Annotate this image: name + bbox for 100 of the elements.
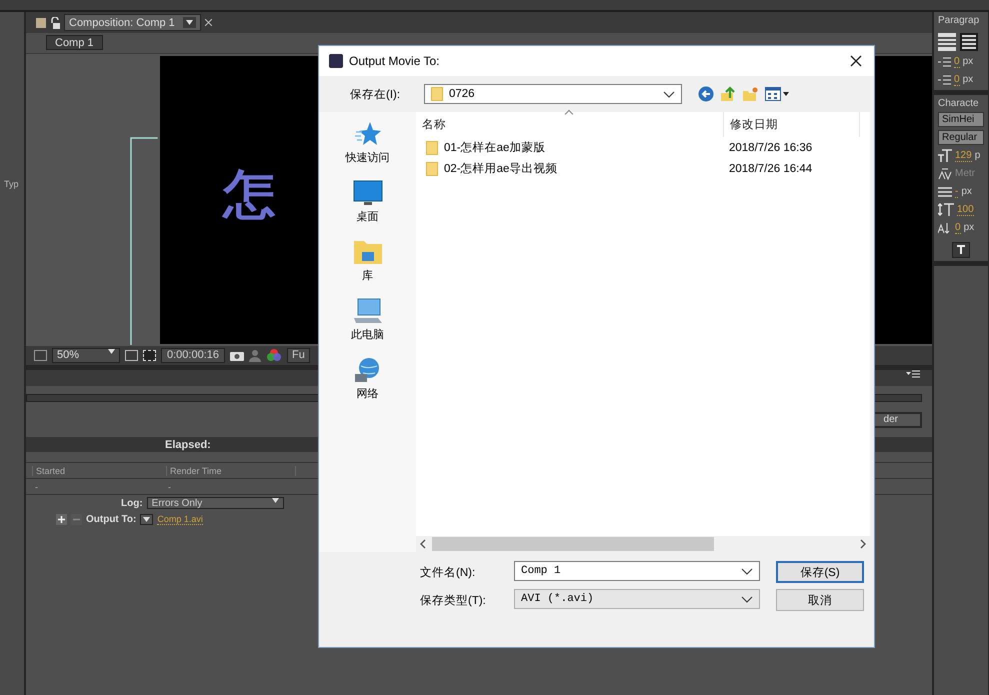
sidebar-item[interactable]: 库 <box>352 238 382 283</box>
indent-value[interactable]: 0 <box>954 56 960 68</box>
panel-title: Paragrap <box>938 15 980 26</box>
column-header[interactable]: Render Time <box>166 466 296 476</box>
dropdown-arrow-icon[interactable] <box>182 17 196 28</box>
align-button[interactable] <box>960 33 978 51</box>
close-icon[interactable] <box>850 55 862 67</box>
up-folder-icon[interactable] <box>720 86 736 102</box>
dropdown-arrow-icon[interactable] <box>108 348 115 354</box>
text-button[interactable] <box>952 242 970 258</box>
vertical-scale-icon <box>938 203 954 216</box>
file-name: 01-怎样在ae加蒙版 <box>444 140 546 155</box>
sidebar-label: 库 <box>362 268 373 283</box>
indent-value[interactable]: 0 <box>954 74 960 86</box>
monitor-icon <box>352 179 382 207</box>
timecode-button[interactable]: 0:00:00:16 <box>161 348 225 363</box>
new-folder-icon[interactable] <box>742 86 759 102</box>
folder-icon <box>352 238 382 266</box>
font-style-field[interactable]: Regular <box>938 130 984 145</box>
baseline-shift-value[interactable]: 0 <box>955 222 961 234</box>
table-cell-text: - <box>167 482 172 492</box>
unit-label: px <box>964 222 974 233</box>
canvas-text: 怎 <box>224 164 276 227</box>
sidebar-item[interactable]: 快速访问 <box>346 120 390 165</box>
back-icon[interactable] <box>698 86 714 102</box>
modified-date: 2018/7/26 16:36 <box>728 142 812 154</box>
dropdown-arrow-icon[interactable] <box>272 498 279 503</box>
filename-value: Comp 1 <box>521 565 562 577</box>
leading-icon <box>938 186 952 196</box>
unit-label: p <box>974 150 980 161</box>
font-family-field[interactable]: SimHei <box>938 112 984 127</box>
elapsed-label: Elapsed: <box>165 438 211 450</box>
composition-tab[interactable]: Composition: Comp 1 <box>64 14 201 32</box>
font-size-value[interactable]: 129 <box>955 150 972 162</box>
file-name: 02-怎样用ae导出视频 <box>444 162 558 176</box>
sidebar-item[interactable]: 此电脑 <box>351 297 384 342</box>
font-size-icon <box>938 149 952 162</box>
lock-icon[interactable] <box>50 16 60 29</box>
file-row[interactable]: 02-怎样用ae导出视频 2018/7/26 16:44 <box>416 158 870 179</box>
scroll-thumb[interactable] <box>432 537 714 551</box>
dropdown-arrow-icon[interactable] <box>140 514 154 524</box>
color-swatch-icon <box>36 18 46 28</box>
column-header[interactable]: 修改日期 <box>723 112 859 137</box>
breadcrumb-button[interactable]: Comp 1 <box>46 35 103 50</box>
indent-icon <box>938 56 951 66</box>
view-menu-icon[interactable] <box>765 87 789 101</box>
panel-menu-icon[interactable] <box>906 370 920 378</box>
vertical-scale-value[interactable]: 100 <box>957 204 974 216</box>
location-value: 0726 <box>449 88 476 100</box>
unit-label: px <box>962 74 974 85</box>
folder-icon <box>426 162 438 176</box>
save-button[interactable]: 保存(S) <box>776 561 864 583</box>
baseline-shift-icon <box>938 221 952 234</box>
cancel-button[interactable]: 取消 <box>776 589 864 611</box>
panel-label: Typ <box>3 179 19 189</box>
sidebar-label: 网络 <box>356 387 378 401</box>
panel-title: Characte <box>938 98 980 109</box>
file-row[interactable]: 01-怎样在ae加蒙版 2018/7/26 16:36 <box>416 137 870 158</box>
grid-icon[interactable] <box>125 350 138 361</box>
sidebar-item[interactable]: 桌面 <box>352 179 382 224</box>
chevron-down-icon[interactable] <box>663 90 675 98</box>
camera-icon[interactable] <box>230 350 244 361</box>
add-icon[interactable] <box>56 514 67 524</box>
output-label: Output To: <box>86 514 136 524</box>
resolution-dropdown[interactable]: Fu <box>287 348 310 363</box>
column-header[interactable]: Started <box>32 466 166 476</box>
color-channels-icon[interactable] <box>266 348 282 362</box>
save-in-label: 保存在(I): <box>350 88 402 102</box>
app-icon <box>329 54 343 68</box>
person-icon[interactable] <box>249 348 261 362</box>
indent-icon <box>938 74 951 84</box>
align-button[interactable] <box>938 33 956 51</box>
file-type-value: AVI (*.avi) <box>521 593 595 605</box>
output-file-link[interactable]: Comp 1.avi <box>157 514 203 524</box>
folder-icon <box>431 87 443 101</box>
horizontal-scrollbar[interactable] <box>416 536 870 552</box>
sidebar-item[interactable]: 网络 <box>352 356 382 401</box>
star-icon <box>354 120 382 148</box>
chevron-down-icon[interactable] <box>741 568 753 574</box>
unit-label: px <box>961 186 972 197</box>
folder-icon <box>426 140 438 154</box>
location-dropdown[interactable]: 0726 <box>424 84 682 104</box>
filename-field[interactable]: Comp 1 <box>514 561 760 581</box>
dialog-title: Output Movie To: <box>349 54 440 68</box>
sidebar-label: 桌面 <box>356 210 378 224</box>
zoom-dropdown[interactable]: 50% <box>52 348 120 363</box>
column-header[interactable]: 名称 <box>416 112 723 137</box>
table-cell-text: - <box>34 482 39 492</box>
filename-label: 文件名(N): <box>420 566 476 580</box>
region-icon[interactable] <box>34 350 47 361</box>
file-type-label: 保存类型(T): <box>420 594 487 608</box>
transparency-grid-icon[interactable] <box>143 350 156 361</box>
log-label: Log: <box>121 498 143 508</box>
unit-label: px <box>962 56 974 67</box>
modified-date: 2018/7/26 16:44 <box>728 162 812 174</box>
close-icon[interactable] <box>204 19 212 26</box>
chevron-down-icon[interactable] <box>741 596 753 602</box>
leading-value[interactable]: - <box>955 186 958 198</box>
log-dropdown[interactable]: Errors Only <box>146 497 284 509</box>
file-type-dropdown[interactable]: AVI (*.avi) <box>514 589 760 609</box>
